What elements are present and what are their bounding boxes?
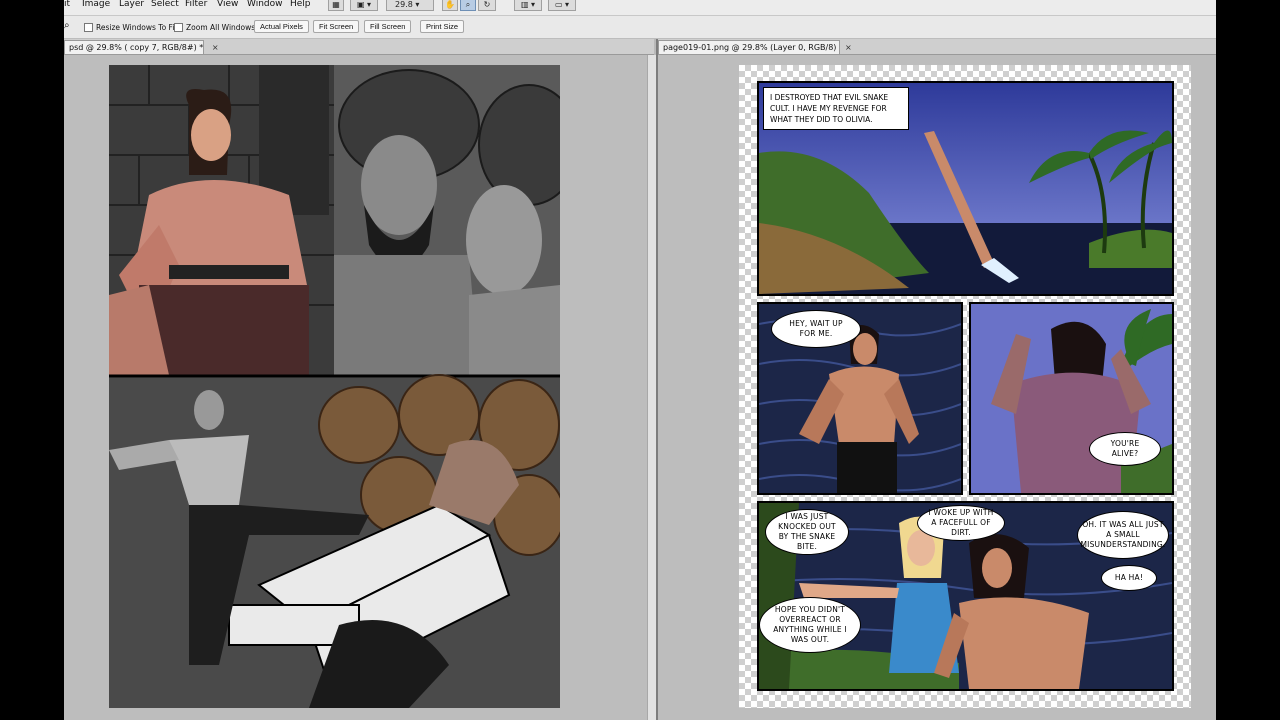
right-tab-title: page019-01.png @ 29.8% (Layer 0, RGB/8) [663, 43, 837, 52]
fighter-head [194, 390, 224, 430]
arrange-documents-icon[interactable]: ▥ ▾ [514, 0, 542, 11]
actual-pixels-button[interactable]: Actual Pixels [254, 20, 309, 33]
fill-screen-button[interactable]: Fill Screen [364, 20, 412, 33]
speech-bubble: I woke up with a facefull of dirt. [917, 505, 1005, 541]
man-chest [959, 597, 1089, 689]
speech-bubble: You're alive? [1089, 432, 1161, 466]
left-tab-title: psd @ 29.8% ( copy 7, RGB/8#) * [69, 43, 204, 52]
face [191, 109, 231, 161]
checkbox-box[interactable] [84, 22, 93, 32]
speech-bubble: Ha ha! [1101, 565, 1157, 591]
menu-image[interactable]: Image [82, 0, 110, 9]
zoom-all-windows-checkbox[interactable]: Zoom All Windows [174, 21, 255, 33]
bald-man-head [466, 185, 542, 295]
bridge-icon[interactable]: ▦ [328, 0, 344, 11]
screen-mode-icon[interactable]: ▭ ▾ [548, 0, 576, 11]
belt [169, 265, 289, 279]
speech-bubble: I was just knocked out by the snake bite… [765, 509, 849, 555]
menu-bar: it Image Layer Select Filter View Window… [64, 0, 1216, 16]
menu-view[interactable]: View [217, 0, 238, 9]
face [853, 333, 877, 365]
comic-panel-1: I destroyed that evil snake cult. I have… [757, 81, 1174, 296]
comic-panel-2: Hey, wait up for me. [757, 302, 963, 495]
close-icon[interactable]: × [212, 43, 219, 52]
menu-select[interactable]: Select [151, 0, 179, 9]
close-icon[interactable]: × [845, 43, 852, 52]
menu-help[interactable]: Help [290, 0, 311, 9]
checkbox-box[interactable] [174, 22, 183, 32]
options-bar: ⌕ Resize Windows To Fit Zoom All Windows… [64, 16, 1216, 39]
narration-caption: I destroyed that evil snake cult. I have… [763, 87, 909, 130]
dark-shorts [837, 442, 897, 493]
zoom-level-field[interactable]: 29.8 ▾ [386, 0, 434, 11]
tab-right-document[interactable]: page019-01.png @ 29.8% (Layer 0, RGB/8) … [658, 40, 852, 54]
man-face [982, 548, 1012, 588]
chest [829, 366, 899, 444]
left-page-artwork [109, 65, 560, 708]
speech-bubble: Hey, wait up for me. [771, 310, 861, 348]
left-comic-page [109, 65, 560, 708]
zoom-tool-icon[interactable]: ⌕ [460, 0, 476, 11]
speech-bubble: Oh. It was all just a small misunderstan… [1077, 511, 1169, 559]
zoom-tool-icon: ⌕ [64, 20, 70, 31]
zoom-all-windows-label: Zoom All Windows [186, 22, 256, 32]
comic-panel-4: I was just knocked out by the snake bite… [757, 501, 1174, 691]
extras-dropdown[interactable]: ▣ ▾ [350, 0, 378, 11]
menu-window[interactable]: Window [247, 0, 283, 9]
zoom-level-value: 29.8 [395, 0, 413, 9]
vest-shirt [334, 255, 479, 375]
print-size-button[interactable]: Print Size [420, 20, 465, 33]
right-document-tabstrip: page019-01.png @ 29.8% (Layer 0, RGB/8) … [658, 39, 1216, 55]
speech-bubble: Hope you didn't overreact or anything wh… [759, 597, 861, 653]
bald-man-body [469, 285, 560, 375]
fit-screen-button[interactable]: Fit Screen [313, 20, 360, 33]
tab-left-document[interactable]: psd @ 29.8% ( copy 7, RGB/8#) * × [64, 40, 219, 54]
menu-edit[interactable]: it [64, 0, 70, 9]
resize-windows-checkbox[interactable]: Resize Windows To Fit [84, 21, 177, 33]
photoshop-screen: it Image Layer Select Filter View Window… [64, 0, 1216, 720]
resize-windows-label: Resize Windows To Fit [96, 22, 178, 32]
panel-3-art [971, 304, 1172, 493]
left-document-tabstrip: psd @ 29.8% ( copy 7, RGB/8#) * × [64, 39, 654, 55]
menu-layer[interactable]: Layer [119, 0, 144, 9]
comic-panel-3: You're alive? [969, 302, 1174, 495]
rotate-view-icon[interactable]: ↻ [478, 0, 496, 11]
menu-filter[interactable]: Filter [185, 0, 207, 9]
hand-tool-icon[interactable]: ✋ [442, 0, 458, 11]
